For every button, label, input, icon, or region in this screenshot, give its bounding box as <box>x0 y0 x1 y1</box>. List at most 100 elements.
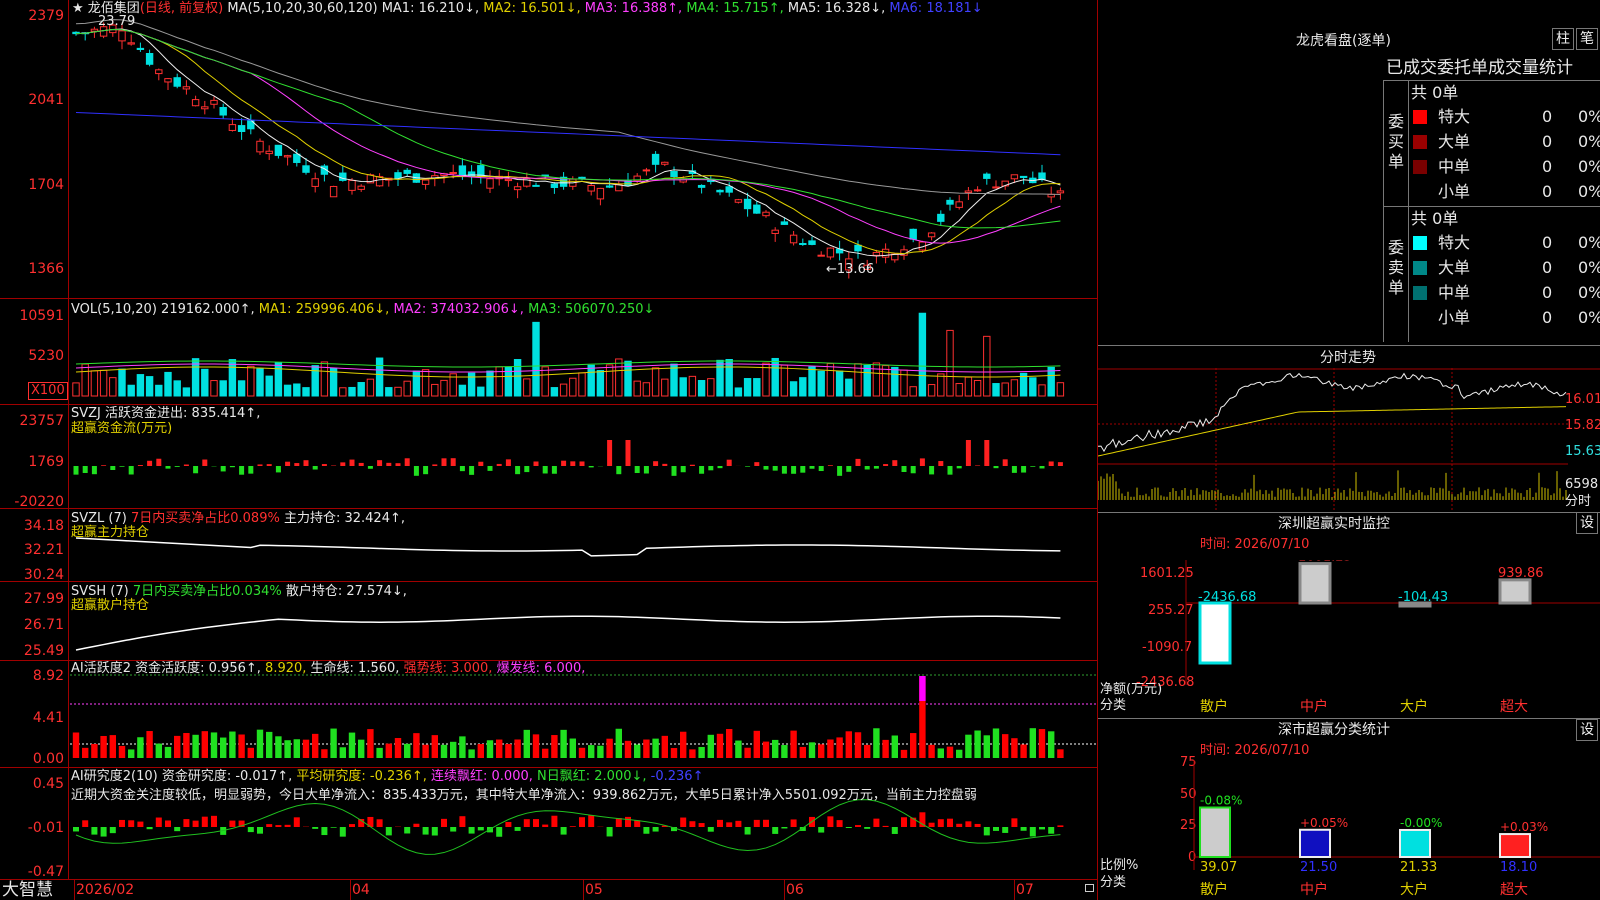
svsh-subtitle: 超赢散户持仓 <box>71 598 150 613</box>
volume-bar <box>431 383 439 397</box>
research-bar <box>376 819 383 827</box>
flow-bar <box>459 466 465 472</box>
stat-name: 大单 <box>1438 132 1471 151</box>
activity-bar <box>486 740 494 758</box>
monitor-bar-chart[interactable]: -2436.68 1601.25 -104.43 939.86 <box>1098 560 1600 720</box>
intraday-tick: 15.82 <box>1565 418 1600 433</box>
flow-bar <box>165 466 171 469</box>
stat-pct: 0% <box>1578 157 1600 176</box>
star-icon[interactable]: ★ <box>72 1 84 16</box>
volume-bar <box>725 359 733 397</box>
activity-bar <box>606 738 613 758</box>
svsh-legend: SVSH (7) <box>71 584 129 599</box>
flow-bar <box>561 460 567 466</box>
flow-bar <box>91 466 97 475</box>
volume-bar <box>937 373 945 397</box>
flow-bar <box>588 466 594 468</box>
research-bar <box>404 827 411 834</box>
volume-bar <box>983 335 991 397</box>
volume-bar <box>578 372 586 397</box>
activity-bar <box>440 744 448 758</box>
volume-bar <box>99 369 108 397</box>
candle-body <box>872 251 881 256</box>
activity-bar <box>652 738 659 758</box>
ai2-research: 资金研究度: -0.017↑, <box>161 769 293 784</box>
flow-bar <box>680 466 686 473</box>
research-bar <box>744 827 751 835</box>
research-bar <box>1039 827 1045 830</box>
flow-bar <box>551 466 557 474</box>
ma6-line <box>75 111 1061 156</box>
flow-bar <box>809 466 815 469</box>
volume-bar <box>81 363 89 397</box>
intraday-tab[interactable]: 分时 <box>1565 494 1591 510</box>
volume-bar <box>587 364 595 397</box>
flow-bar <box>413 466 419 476</box>
activity-bar <box>992 728 1000 758</box>
monitor-category: 超大 <box>1500 699 1528 715</box>
monitor-settings-button[interactable]: 设 <box>1576 512 1598 534</box>
candle-body <box>808 240 816 245</box>
vol-legend: VOL(5,10,20) <box>71 302 157 317</box>
class-value-label: 18.10 <box>1500 860 1537 875</box>
activity-bar <box>670 748 678 758</box>
brand-logo: 大智慧 <box>2 880 53 900</box>
candle-body <box>1056 190 1065 194</box>
stat-name: 中单 <box>1438 283 1471 302</box>
activity-bar <box>735 740 742 758</box>
activity-bar <box>238 734 245 758</box>
flow-bar <box>156 458 162 466</box>
activity-bar <box>643 739 650 758</box>
flow-bar <box>450 458 456 466</box>
flow-bar <box>496 463 502 466</box>
volume-bar <box>927 384 936 397</box>
flow-bar <box>892 460 898 466</box>
date-label: 06 <box>786 882 804 898</box>
lock-icon[interactable] <box>1085 884 1094 892</box>
volume-bar <box>670 363 678 397</box>
unit-button[interactable]: X100 <box>28 382 68 400</box>
bar-mode-button[interactable]: 柱 <box>1552 28 1574 50</box>
period-label: (日线, 前复权) <box>139 1 224 16</box>
volume-bar <box>596 370 605 397</box>
activity-bar <box>164 746 172 758</box>
activity-bar <box>220 737 227 758</box>
pen-mode-button[interactable]: 笔 <box>1576 28 1598 50</box>
kline-chart-area[interactable] <box>0 0 1098 900</box>
activity-bar <box>1029 728 1036 758</box>
volume-bar <box>256 368 264 397</box>
activity-bar <box>109 735 116 758</box>
research-bar <box>625 816 631 827</box>
flow-bar <box>432 464 438 466</box>
volume-bar <box>302 387 310 397</box>
research-bar <box>91 827 98 835</box>
retail-hold-line <box>75 615 1061 651</box>
activity-bar <box>496 739 503 758</box>
candle-body <box>753 204 761 214</box>
activity-bar <box>827 739 834 758</box>
activity-bar <box>698 746 705 758</box>
class-bar-chart[interactable]: -0.08% 39.07 +0.05% 21.50 -0.00% 21.33 +0.03% 1… <box>1098 760 1600 900</box>
volume-bar <box>707 378 715 397</box>
flow-bar <box>367 466 373 469</box>
candle-body <box>799 243 807 246</box>
research-bar <box>579 817 585 827</box>
flow-bar <box>137 465 143 466</box>
svzj-tick: 1769 <box>28 454 64 470</box>
activity-bar <box>514 739 521 758</box>
svsh-tick: 26.71 <box>23 617 64 633</box>
activity-bar <box>330 728 337 758</box>
intraday-chart[interactable] <box>1098 368 1600 512</box>
research-bar <box>284 824 291 827</box>
class-settings-button[interactable]: 设 <box>1576 719 1598 741</box>
candle-body <box>937 213 945 222</box>
activity-bar <box>201 731 208 758</box>
legend-swatch <box>1413 135 1427 149</box>
research-bar <box>257 827 263 834</box>
volume-bar <box>1001 382 1009 397</box>
activity-bar <box>551 735 558 758</box>
volume-bar <box>743 378 752 397</box>
flow-bar <box>340 462 346 466</box>
candle-body <box>596 187 605 200</box>
volume-bar <box>210 380 218 397</box>
